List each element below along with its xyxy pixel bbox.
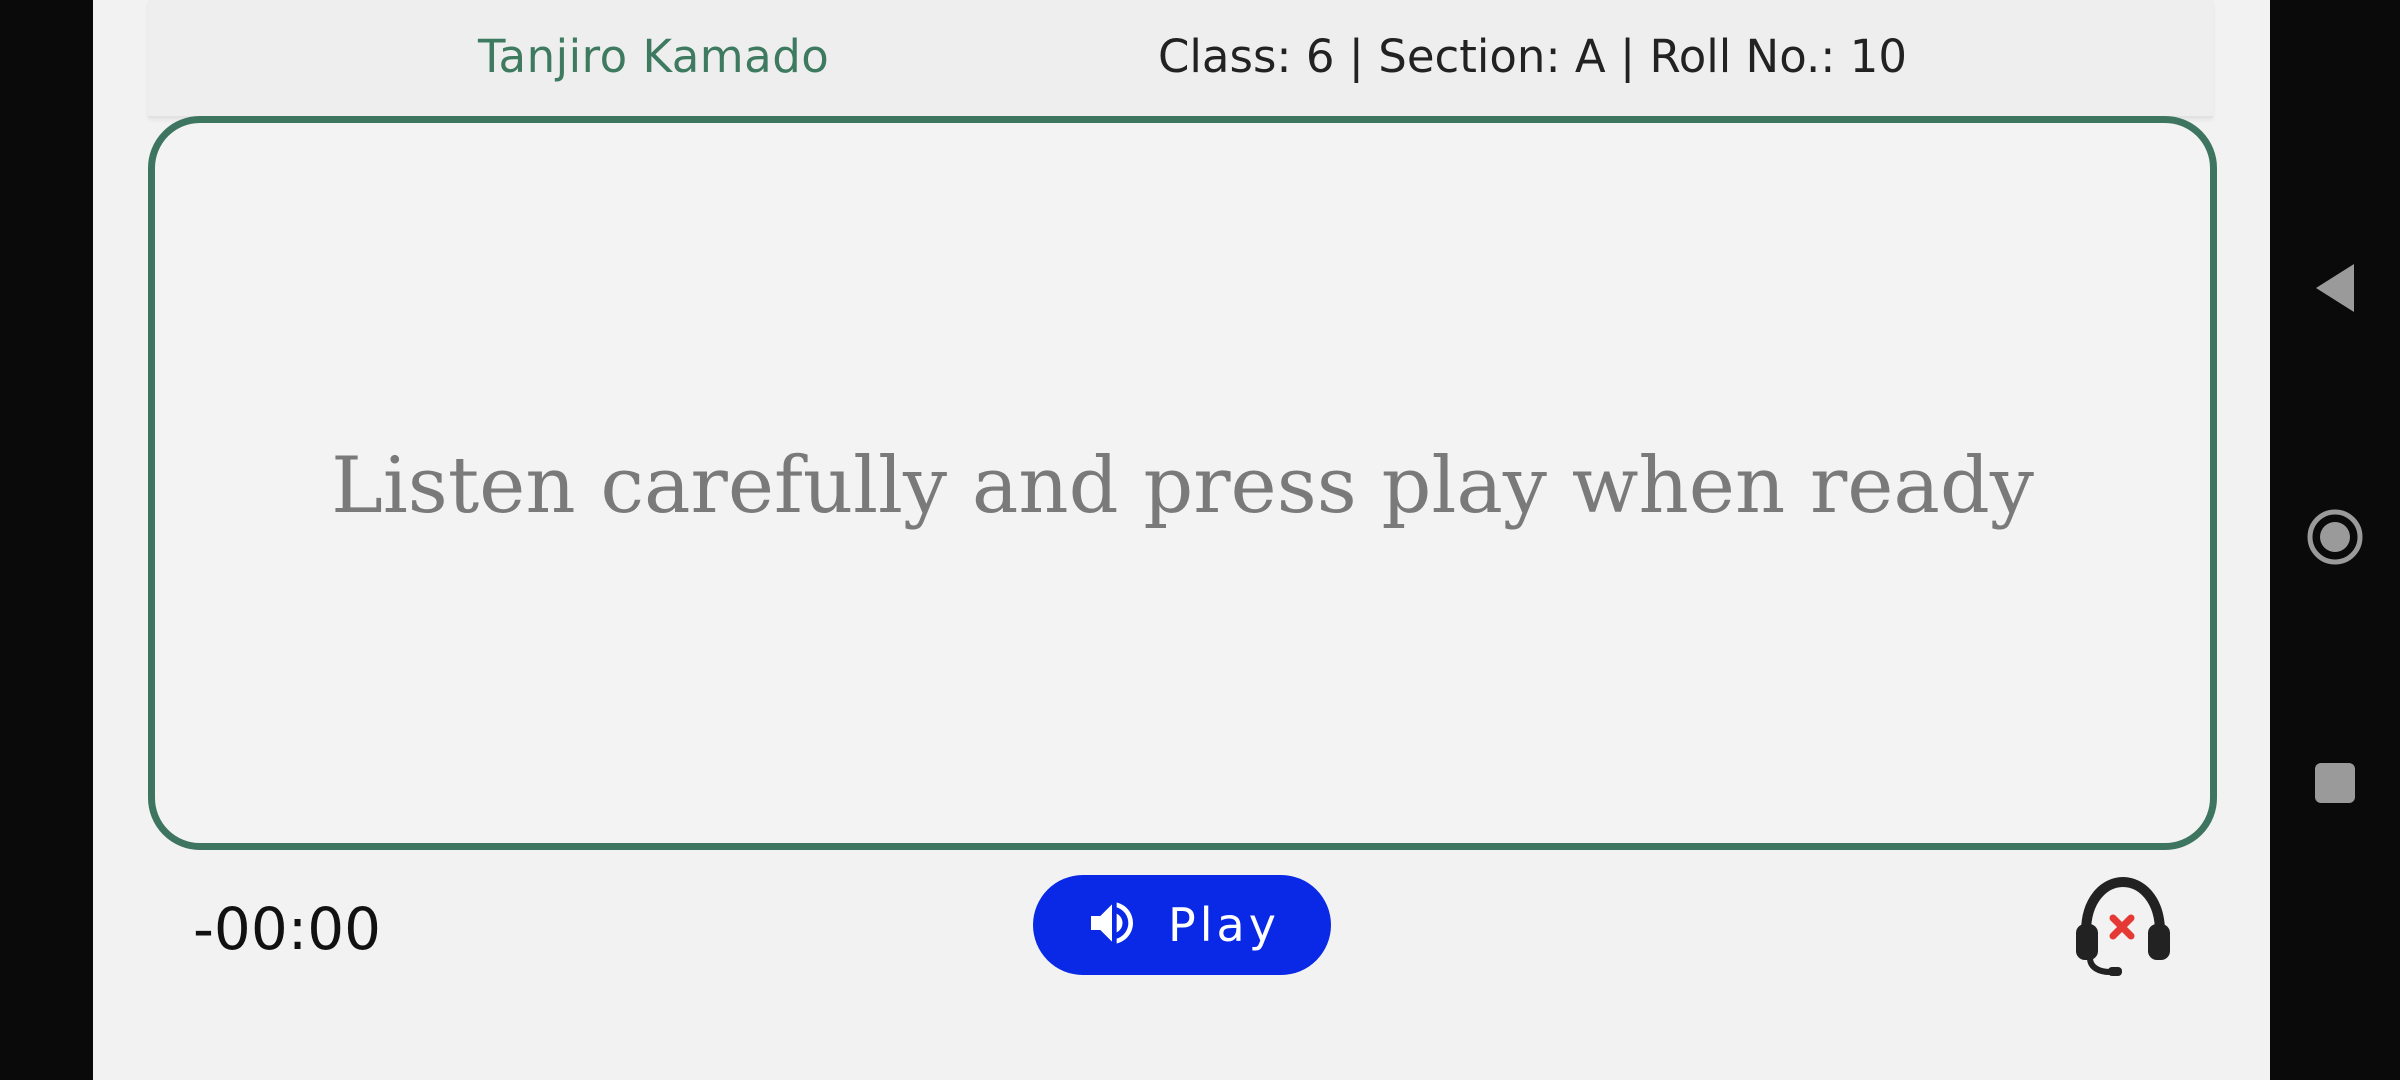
system-nav-bar (2270, 0, 2400, 1080)
back-triangle-icon[interactable] (2300, 253, 2370, 323)
play-button-label: Play (1168, 898, 1280, 952)
screen: Tanjiro Kamado Class: 6 | Section: A | R… (0, 0, 2400, 1080)
play-button[interactable]: Play (1033, 875, 1331, 975)
headset-disconnected-icon[interactable] (2068, 870, 2178, 980)
audio-timer: -00:00 (193, 895, 382, 963)
app-window: Tanjiro Kamado Class: 6 | Section: A | R… (93, 0, 2270, 1080)
instruction-card: Listen carefully and press play when rea… (148, 116, 2217, 850)
left-bezel (0, 0, 93, 1080)
instruction-text: Listen carefully and press play when rea… (331, 441, 2034, 531)
student-header: Tanjiro Kamado Class: 6 | Section: A | R… (148, 0, 2213, 118)
speaker-icon (1084, 895, 1140, 955)
student-class-info: Class: 6 | Section: A | Roll No.: 10 (1158, 30, 1907, 83)
home-circle-icon[interactable] (2300, 502, 2370, 572)
student-name: Tanjiro Kamado (478, 30, 830, 83)
recents-square-icon[interactable] (2300, 748, 2370, 818)
